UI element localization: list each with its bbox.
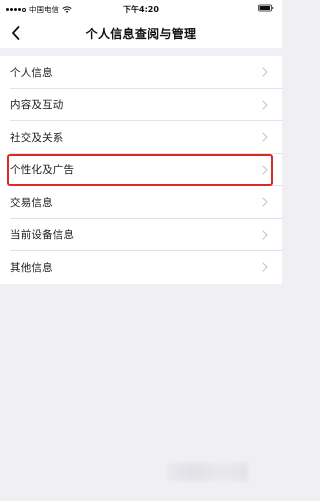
battery-icon [258, 4, 274, 12]
menu-item-social-relations[interactable]: 社交及关系 [0, 121, 282, 154]
menu-item-content-interaction[interactable]: 内容及互动 [0, 89, 282, 122]
menu-item-label: 内容及互动 [10, 99, 64, 112]
menu-item-label: 社交及关系 [10, 131, 64, 144]
menu-item-label: 个性化及广告 [10, 164, 75, 177]
settings-list: 个人信息 内容及互动 社交及关系 个性化及广告 交易信息 当前设备信息 其他信息 [0, 56, 282, 284]
status-bar: 中国电信 下午4:20 [0, 0, 282, 18]
menu-item-device-info[interactable]: 当前设备信息 [0, 219, 282, 252]
chevron-right-icon [262, 165, 268, 175]
chevron-right-icon [262, 100, 268, 110]
chevron-right-icon [262, 230, 268, 240]
menu-item-label: 其他信息 [10, 261, 53, 274]
chevron-right-icon [262, 132, 268, 142]
menu-item-label: 交易信息 [10, 196, 53, 209]
menu-item-transactions[interactable]: 交易信息 [0, 186, 282, 219]
menu-item-label: 当前设备信息 [10, 229, 75, 242]
menu-item-label: 个人信息 [10, 66, 53, 79]
menu-item-personal-info[interactable]: 个人信息 [0, 56, 282, 89]
status-time: 下午4:20 [123, 5, 159, 14]
navigation-bar: 个人信息查阅与管理 [0, 18, 282, 48]
page-title: 个人信息查阅与管理 [85, 27, 197, 41]
menu-item-other-info[interactable]: 其他信息 [0, 251, 282, 284]
chevron-right-icon [262, 67, 268, 77]
watermark [168, 463, 248, 481]
chevron-right-icon [262, 197, 268, 207]
menu-item-personalization-ads[interactable]: 个性化及广告 [0, 154, 282, 187]
chevron-right-icon [262, 262, 268, 272]
